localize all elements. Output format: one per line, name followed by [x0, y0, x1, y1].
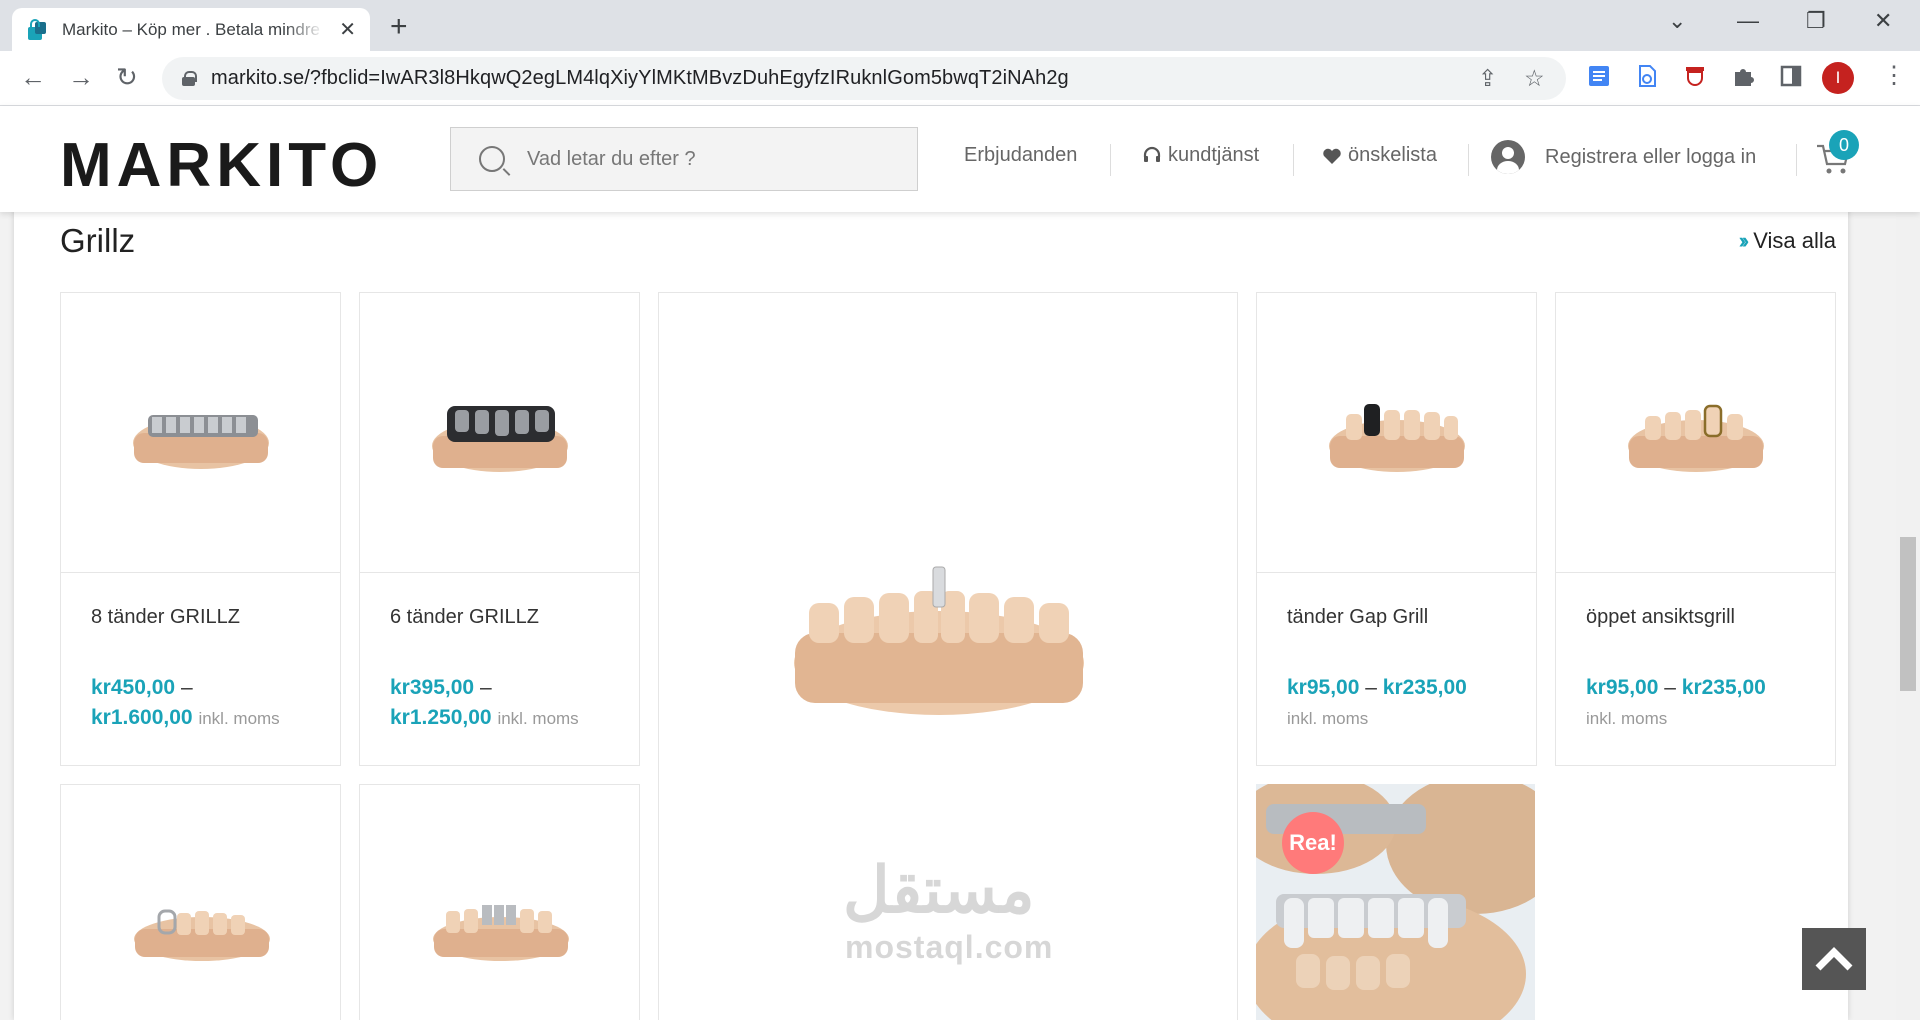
product-price: kr450,00 – kr1.600,00 inkl. moms — [91, 676, 280, 729]
dental-grill-image — [431, 405, 568, 472]
address-bar[interactable]: markito.se/?fbclid=IwAR3l8HkqwQ2egLM4lqX… — [162, 57, 1566, 100]
side-panel-icon[interactable] — [1778, 63, 1804, 89]
scroll-thumb[interactable] — [1900, 537, 1916, 691]
price-from: kr95,00 — [1586, 676, 1659, 699]
url-text: markito.se/?fbclid=IwAR3l8HkqwQ2egLM4lqX… — [211, 67, 1069, 89]
more-menu-icon[interactable]: ⋮ — [1882, 61, 1906, 90]
nav-divider — [1468, 144, 1469, 176]
product-name[interactable]: tänder Gap Grill — [1287, 606, 1428, 629]
product-image[interactable] — [1257, 293, 1536, 573]
watermark-arabic: مستقل — [843, 854, 1035, 926]
arrow-up-icon — [1815, 947, 1853, 971]
price-from: kr450,00 — [91, 676, 176, 699]
offers-link[interactable]: Erbjudanden — [964, 144, 1077, 167]
tax-note: inkl. moms — [497, 709, 579, 728]
support-link[interactable]: kundtjänst — [1142, 144, 1259, 167]
view-all-label: Visa alla — [1753, 228, 1836, 253]
tab-title: Markito – Köp mer . Betala mindre — [62, 19, 320, 39]
wishlist-link[interactable]: önskelista — [1322, 144, 1437, 167]
product-name[interactable]: 6 tänder GRILLZ — [390, 606, 539, 629]
tax-note: inkl. moms — [1287, 709, 1369, 728]
docs-extension-icon[interactable] — [1586, 63, 1612, 89]
nav-divider — [1796, 144, 1797, 176]
price-to: kr235,00 — [1681, 676, 1766, 699]
lock-icon — [182, 71, 197, 86]
cart-count-badge: 0 — [1829, 130, 1859, 160]
nav-divider — [1110, 144, 1111, 176]
product-name[interactable]: öppet ansiktsgrill — [1586, 606, 1735, 629]
product-card[interactable]: tänder Gap Grill kr95,00 – kr235,00 inkl… — [1256, 292, 1537, 766]
page-scrollbar[interactable]: ▲ — [1896, 106, 1920, 1020]
dental-grill-image — [134, 909, 270, 961]
headset-icon — [1143, 146, 1161, 162]
view-all-link[interactable]: ›› Visa alla — [1739, 228, 1836, 254]
sale-badge: Rea! — [1282, 812, 1344, 874]
support-label: kundtjänst — [1168, 144, 1260, 166]
forward-arrow-icon[interactable]: → — [68, 62, 94, 93]
account-link[interactable]: Registrera eller logga in — [1491, 140, 1756, 174]
dental-grill-image — [433, 905, 569, 961]
price-to: kr235,00 — [1382, 676, 1467, 699]
site-header: MARKITO Vad letar du efter ? Erbjudanden… — [0, 106, 1920, 212]
tax-note: inkl. moms — [198, 709, 280, 728]
browser-tab[interactable]: Markito – Köp mer . Betala mindre ✕ — [12, 8, 370, 51]
heart-icon — [1323, 148, 1341, 164]
product-image[interactable] — [360, 293, 639, 573]
search-icon[interactable] — [479, 146, 505, 172]
product-card[interactable]: 8 tänder GRILLZ kr450,00 – kr1.600,00 in… — [60, 292, 341, 766]
back-to-top-button[interactable] — [1802, 928, 1866, 990]
product-image[interactable] — [1556, 293, 1835, 573]
minimize-button[interactable]: — — [1737, 8, 1759, 34]
puzzle-extensions-icon[interactable] — [1730, 63, 1756, 89]
product-name[interactable]: 8 tänder GRILLZ — [91, 606, 240, 629]
product-card[interactable]: öppet ansiktsgrill kr95,00 – kr235,00 in… — [1555, 292, 1836, 766]
dental-grill-image — [1328, 403, 1465, 472]
sale-product-card[interactable]: Rea! — [1256, 784, 1535, 1020]
product-card[interactable] — [60, 784, 341, 1020]
reload-icon[interactable]: ↻ — [116, 62, 138, 93]
dental-grill-image — [132, 414, 269, 469]
price-to: kr1.250,00 — [390, 706, 492, 729]
dental-grill-image — [1627, 404, 1764, 472]
page-content: Grillz ›› Visa alla 8 tänder GRILLZ kr45… — [14, 106, 1848, 1020]
section-title: Grillz — [60, 222, 136, 259]
shopping-bag-icon — [28, 18, 46, 40]
site-logo[interactable]: MARKITO — [60, 130, 383, 201]
close-tab-icon[interactable]: ✕ — [339, 17, 356, 42]
browser-toolbar: ← → ↻ markito.se/?fbclid=IwAR3l8HkqwQ2eg… — [0, 51, 1920, 106]
search-box[interactable]: Vad letar du efter ? — [450, 127, 918, 191]
bookmark-star-icon[interactable]: ☆ — [1524, 65, 1545, 92]
double-chevron-right-icon: ›› — [1738, 228, 1749, 253]
page-viewport: Grillz ›› Visa alla 8 tänder GRILLZ kr45… — [0, 106, 1920, 1020]
featured-product-card[interactable]: مستقل mostaql.com — [658, 292, 1238, 1020]
price-to: kr1.600,00 — [91, 706, 193, 729]
tab-search-chevron-icon[interactable]: ⌄ — [1668, 8, 1686, 34]
new-tab-button[interactable]: + — [390, 10, 408, 44]
tax-note: inkl. moms — [1586, 709, 1668, 728]
dental-grill-featured-image — [794, 566, 1084, 715]
product-card[interactable] — [359, 784, 640, 1020]
search-placeholder: Vad letar du efter ? — [527, 147, 696, 170]
back-arrow-icon[interactable]: ← — [20, 62, 46, 93]
account-label: Registrera eller logga in — [1545, 145, 1757, 168]
pdf-extension-icon[interactable] — [1634, 63, 1660, 89]
share-icon[interactable]: ⇪ — [1478, 65, 1497, 92]
shield-extension-icon[interactable] — [1682, 63, 1708, 89]
profile-avatar[interactable]: I — [1822, 62, 1854, 94]
close-window-button[interactable]: ✕ — [1874, 8, 1892, 34]
price-from: kr95,00 — [1287, 676, 1360, 699]
product-price: kr395,00 – kr1.250,00 inkl. moms — [390, 676, 579, 729]
product-card[interactable]: 6 tänder GRILLZ kr395,00 – kr1.250,00 in… — [359, 292, 640, 766]
watermark-latin: mostaql.com — [845, 929, 1054, 965]
offers-label: Erbjudanden — [964, 144, 1078, 166]
nav-divider — [1293, 144, 1294, 176]
product-price: kr95,00 – kr235,00 inkl. moms — [1287, 676, 1467, 728]
product-price: kr95,00 – kr235,00 inkl. moms — [1586, 676, 1766, 728]
product-image[interactable] — [61, 293, 340, 573]
restore-button[interactable]: ❐ — [1806, 8, 1826, 34]
wishlist-label: önskelista — [1348, 144, 1437, 166]
browser-tabbar: Markito – Köp mer . Betala mindre ✕ + ⌄ … — [0, 0, 1920, 51]
user-avatar-icon — [1491, 140, 1525, 174]
price-from: kr395,00 — [390, 676, 475, 699]
